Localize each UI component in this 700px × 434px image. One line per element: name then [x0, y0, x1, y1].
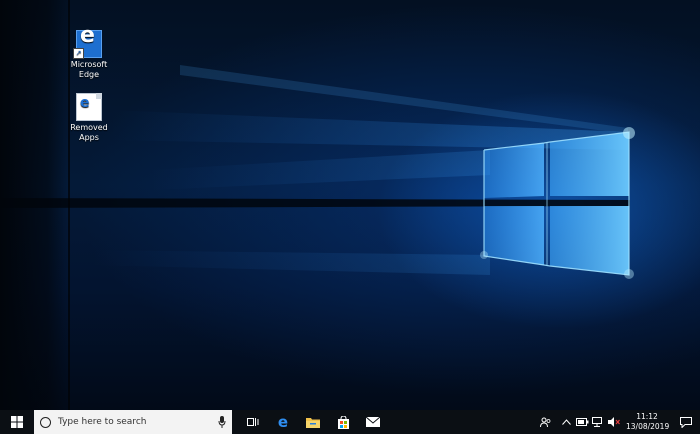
network-tray-button[interactable]: [591, 410, 605, 434]
start-button[interactable]: [0, 410, 34, 434]
notification-icon: [680, 416, 692, 428]
microphone-icon[interactable]: [218, 416, 226, 428]
desktop-icon-label: Removed Apps: [70, 123, 108, 142]
windows-logo-icon: [11, 416, 23, 428]
taskbar-edge-button[interactable]: e: [268, 410, 298, 434]
clock-date: 13/08/2019: [626, 422, 670, 431]
search-placeholder: Type here to search: [58, 417, 147, 427]
clock-time: 11:12: [636, 412, 658, 421]
battery-icon: [575, 418, 588, 426]
taskbar-mail-button[interactable]: [358, 410, 388, 434]
edge-icon: e ↗: [73, 25, 102, 59]
cortana-circle-icon: [40, 416, 51, 428]
volume-muted-icon: [608, 417, 620, 427]
taskbar-file-explorer-button[interactable]: [298, 410, 328, 434]
desktop-icon-label: Microsoft Edge: [70, 60, 108, 79]
action-center-button[interactable]: [673, 410, 699, 434]
mail-icon: [366, 417, 380, 427]
task-view-icon: [247, 418, 259, 426]
search-box[interactable]: Type here to search: [34, 410, 232, 434]
taskbar: Type here to search e 11:12 13/08/2019: [0, 410, 700, 434]
edge-icon: e: [277, 412, 289, 431]
task-view-button[interactable]: [238, 410, 268, 434]
folder-icon: [306, 417, 320, 428]
shortcut-arrow-icon: ↗: [73, 48, 84, 59]
battery-tray-button[interactable]: [575, 410, 589, 434]
clock[interactable]: 11:12 13/08/2019: [626, 412, 670, 432]
network-icon: [592, 417, 602, 427]
show-hidden-icons-button[interactable]: [559, 410, 573, 434]
volume-tray-button[interactable]: [607, 410, 621, 434]
system-tray: 11:12 13/08/2019: [537, 410, 700, 434]
desktop-background[interactable]: e ↗ Microsoft Edge e Removed Apps: [0, 0, 700, 410]
edge-file-icon: e: [76, 93, 102, 121]
desktop-icon-removed-apps[interactable]: e Removed Apps: [63, 93, 115, 143]
taskbar-store-button[interactable]: [328, 410, 358, 434]
left-edge-shadow: [0, 0, 68, 410]
people-tray-button[interactable]: [538, 410, 552, 434]
desktop-icon-microsoft-edge[interactable]: e ↗ Microsoft Edge: [63, 25, 115, 80]
chevron-up-icon: [561, 419, 571, 425]
store-icon: [337, 415, 349, 429]
people-icon: [539, 417, 550, 427]
